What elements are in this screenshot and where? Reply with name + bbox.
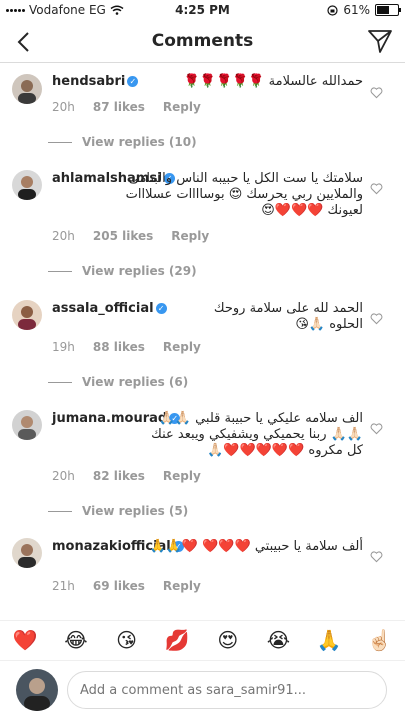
comment-likes[interactable]: 69 likes <box>93 579 145 593</box>
comment-input[interactable] <box>67 671 387 709</box>
comment-likes[interactable]: 87 likes <box>93 100 145 114</box>
avatar[interactable] <box>12 410 42 440</box>
comment-age: 20h <box>52 100 75 114</box>
comment-likes[interactable]: 82 likes <box>93 469 145 483</box>
avatar[interactable] <box>12 300 42 330</box>
comment-age: 20h <box>52 469 75 483</box>
like-heart-icon[interactable] <box>370 422 383 435</box>
page-title: Comments <box>151 31 254 51</box>
reply-button[interactable]: Reply <box>163 100 201 114</box>
emoji-blowing-kiss[interactable]: 😘 <box>112 628 142 652</box>
emoji-crying[interactable]: 😭 <box>263 628 293 652</box>
view-replies-button[interactable]: View replies (6) <box>48 375 188 389</box>
comment-likes[interactable]: 205 likes <box>93 229 153 243</box>
navigation-bar: Comments <box>0 22 405 63</box>
like-heart-icon[interactable] <box>370 86 383 99</box>
verified-badge-icon: ✓ <box>155 303 167 314</box>
avatar[interactable] <box>12 170 42 200</box>
view-replies-label: View replies (5) <box>82 504 189 518</box>
emoji-pointing-up[interactable]: ☝🏻 <box>365 628 395 652</box>
reply-button[interactable]: Reply <box>163 579 201 593</box>
emoji-folded-hands[interactable]: 🙏 <box>314 628 344 652</box>
comment-age: 20h <box>52 229 75 243</box>
view-replies-label: View replies (29) <box>82 264 197 278</box>
avatar[interactable] <box>12 74 42 104</box>
comment-age: 21h <box>52 579 75 593</box>
like-heart-icon[interactable] <box>370 182 383 195</box>
comment-text: الف سلامه عليكي يا حبيبة قلبي 🙏🏻🙏🏻🙏🏻🙏🏻 ر… <box>151 411 363 458</box>
comment-text: سلامتك يا ست الكل يا حبيبه الناس والبتام… <box>125 171 363 218</box>
view-replies-label: View replies (6) <box>82 375 189 389</box>
status-bar: Vodafone EG 4:25 PM 61% <box>0 0 405 22</box>
battery-icon <box>375 4 401 16</box>
view-replies-button[interactable]: View replies (5) <box>48 504 188 518</box>
like-heart-icon[interactable] <box>370 550 383 563</box>
comment-text: الحمد لله على سلامة روحك الحلوه 🙏🏻😘 <box>213 301 363 332</box>
like-heart-icon[interactable] <box>370 312 383 325</box>
reply-button[interactable]: Reply <box>163 340 201 354</box>
direct-send-icon[interactable] <box>367 28 393 54</box>
avatar[interactable] <box>12 538 42 568</box>
battery-percent: 61% <box>343 3 370 17</box>
view-replies-label: View replies (10) <box>82 135 197 149</box>
emoji-quick-bar: ❤️ 😂 😘 💋 😍 😭 🙏 ☝🏻 <box>0 620 405 659</box>
comment-text: ألف سلامة يا حبيبتي ❤️❤️❤️ ❤️🙏🙏 <box>149 539 363 554</box>
emoji-tears-of-joy[interactable]: 😂 <box>61 628 91 652</box>
view-replies-button[interactable]: View replies (29) <box>48 264 197 278</box>
reply-button[interactable]: Reply <box>171 229 209 243</box>
reply-button[interactable]: Reply <box>163 469 201 483</box>
view-replies-button[interactable]: View replies (10) <box>48 135 197 149</box>
comment-composer <box>0 660 405 721</box>
comment-text: حمدالله عالسلامة 🌹🌹🌹🌹🌹 <box>183 74 363 89</box>
orientation-lock-icon <box>327 4 338 16</box>
current-user-avatar <box>16 669 58 711</box>
comment-likes[interactable]: 88 likes <box>93 340 145 354</box>
emoji-kiss-mark[interactable]: 💋 <box>162 628 192 652</box>
comment-username[interactable]: hendsabri <box>52 74 125 89</box>
comment-age: 19h <box>52 340 75 354</box>
emoji-heart-eyes[interactable]: 😍 <box>213 628 243 652</box>
emoji-red-heart[interactable]: ❤️ <box>10 628 40 652</box>
comment-username[interactable]: assala_official <box>52 301 154 316</box>
verified-badge-icon: ✓ <box>127 76 139 87</box>
